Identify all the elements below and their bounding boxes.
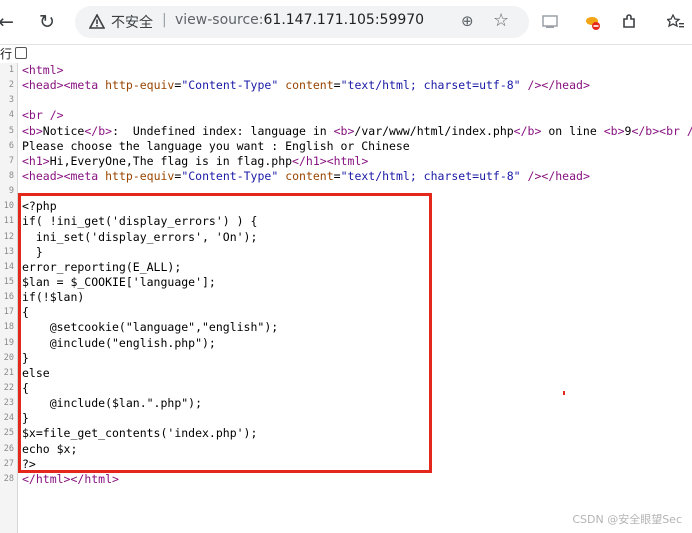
source-line: 2 <head><meta http-equiv="Content-Type" c… — [0, 78, 692, 93]
zoom-in-icon[interactable]: ⊕ — [461, 12, 474, 30]
line-number: 2 — [8, 80, 14, 91]
line-number: 18 — [3, 322, 14, 333]
highlight-box — [18, 193, 432, 473]
reload-icon[interactable]: ↻ — [35, 10, 59, 34]
line-code: </html></html> — [22, 471, 119, 486]
source-line: 1 <html> — [0, 63, 692, 78]
line-number: 25 — [3, 428, 14, 439]
line-number: 20 — [3, 352, 14, 363]
cast-icon[interactable] — [538, 10, 562, 34]
line-wrap-label: 行 — [0, 46, 13, 61]
line-number: 11 — [3, 216, 14, 227]
line-number: 23 — [3, 398, 14, 409]
line-number: 8 — [8, 170, 14, 181]
source-line: 7 <h1>Hi,EveryOne,The flag is in flag.php… — [0, 154, 692, 169]
line-code: Please choose the language you want : En… — [22, 138, 410, 153]
source-line: 5 <b>Notice</b>: Undefined index: languag… — [0, 124, 692, 139]
source-line: 6 Please choose the language you want : E… — [0, 139, 692, 154]
watermark: CSDN @安全眼望Sec — [572, 513, 682, 526]
line-number: 3 — [8, 95, 14, 106]
line-code: <b>Notice</b>: Undefined index: language… — [22, 123, 692, 138]
address-bar[interactable]: 不安全 | view-source:61.147.171.105:59970 ⊕… — [75, 6, 529, 38]
puzzle-extensions-icon[interactable] — [617, 10, 641, 34]
url-host: 61.147.171.105:59970 — [263, 12, 425, 28]
line-wrap-option: 行 — [0, 45, 28, 61]
line-number: 28 — [3, 473, 14, 484]
star-icon[interactable]: ☆ — [493, 10, 509, 31]
line-wrap-checkbox[interactable] — [15, 47, 28, 59]
line-code: <head><meta http-equiv="Content-Type" co… — [22, 168, 590, 183]
line-number: 15 — [3, 276, 14, 287]
line-number: 7 — [8, 155, 14, 166]
line-number: 12 — [3, 231, 14, 242]
arrow-left-icon[interactable]: ← — [0, 10, 18, 34]
extension-bug-icon[interactable] — [580, 10, 604, 34]
line-number: 9 — [8, 186, 14, 197]
line-number: 10 — [3, 201, 14, 212]
line-number: 5 — [8, 125, 14, 136]
line-number: 1 — [8, 65, 14, 75]
security-label[interactable]: 不安全 — [111, 12, 153, 32]
line-number: 14 — [3, 261, 14, 272]
url-prefix: view-source: — [175, 12, 264, 28]
line-number: 17 — [3, 307, 14, 318]
line-code: <html> — [22, 63, 64, 77]
line-number: 27 — [3, 458, 14, 469]
red-mark — [563, 391, 565, 395]
source-line: 8 <head><meta http-equiv="Content-Type" c… — [0, 169, 692, 184]
line-code: <h1>Hi,EveryOne,The flag is in flag.php<… — [22, 153, 369, 168]
line-number: 21 — [3, 367, 14, 378]
source-line: 3 — [0, 93, 692, 108]
url-text[interactable]: view-source:61.147.171.105:59970 — [175, 12, 424, 28]
line-number: 24 — [3, 413, 14, 424]
browser-toolbar: ← ↻ 不安全 | view-source:61.147.171.105:599… — [0, 0, 692, 45]
source-line: 4 <br /> — [0, 108, 692, 123]
line-number: 6 — [8, 140, 14, 151]
line-number: 22 — [3, 382, 14, 393]
line-number: 16 — [3, 292, 14, 303]
line-number: 26 — [3, 443, 14, 454]
source-line: 28 </html></html> — [0, 472, 692, 487]
line-number: 19 — [3, 337, 14, 348]
line-number: 13 — [3, 246, 14, 257]
line-number: 4 — [8, 110, 14, 121]
warning-triangle-icon[interactable] — [89, 14, 105, 30]
line-code: <head><meta http-equiv="Content-Type" co… — [22, 78, 590, 93]
reading-list-icon[interactable] — [664, 10, 688, 34]
line-code: <br /> — [22, 108, 64, 123]
url-separator: | — [162, 12, 167, 28]
